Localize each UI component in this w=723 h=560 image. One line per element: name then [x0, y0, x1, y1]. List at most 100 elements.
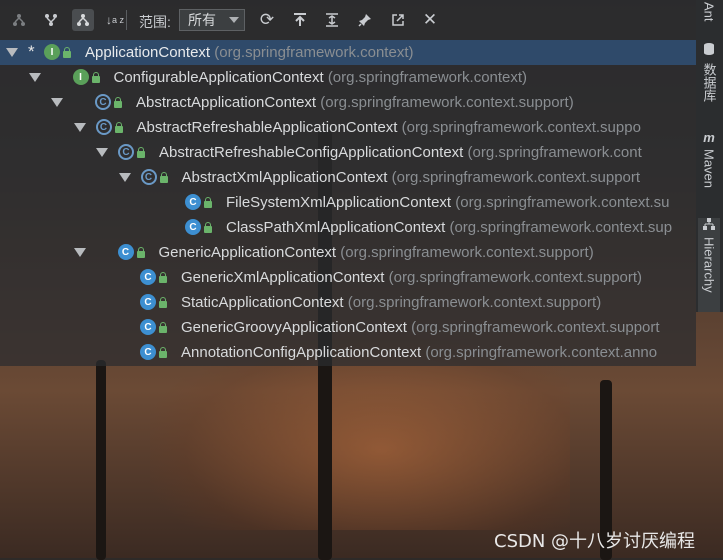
chevron-down-icon [229, 17, 239, 23]
class-name-text: ClassPathXmlApplicationContext [226, 219, 446, 236]
package-name: (org.springframework.context.support [411, 319, 660, 336]
class-name: ClassPathXmlApplicationContext (org.spri… [226, 219, 672, 236]
class-name: AbstractRefreshableApplicationContext (o… [137, 119, 641, 136]
class-name: ConfigurableApplicationContext (org.spri… [114, 69, 528, 86]
public-lock-icon [137, 147, 145, 158]
public-lock-icon [159, 347, 167, 358]
abstract-class-icon: C [95, 119, 112, 135]
class-name: AnnotationConfigApplicationContext (org.… [181, 344, 657, 361]
class-icon: C [140, 294, 156, 310]
class-name: GenericApplicationContext (org.springfra… [159, 244, 594, 261]
package-name: (org.springframework.context.support) [340, 244, 594, 261]
class-icon: C [140, 269, 156, 285]
open-in-new-icon[interactable] [387, 9, 409, 31]
tree-row[interactable]: C StaticApplicationContext (org.springfra… [0, 290, 696, 315]
class-icon: C [140, 319, 156, 335]
supertype-hierarchy-icon[interactable] [8, 9, 30, 31]
public-lock-icon [114, 122, 123, 133]
interface-icon: I [44, 44, 60, 60]
public-lock-icon [159, 172, 168, 183]
class-icon: C [117, 244, 134, 260]
class-icon: C [185, 194, 201, 210]
public-lock-icon [159, 322, 167, 333]
class-hierarchy-icon[interactable] [72, 9, 94, 31]
interface-icon: I [72, 69, 89, 85]
expand-arrow-icon[interactable] [118, 173, 131, 182]
side-tab-label: Maven [701, 149, 717, 189]
toolbar-separator [126, 10, 127, 30]
class-name: AbstractApplicationContext (org.springfr… [136, 94, 574, 111]
class-name: GenericGroovyApplicationContext (org.spr… [181, 319, 660, 336]
package-name: (org.springframework.context.support) [347, 294, 602, 311]
refresh-icon[interactable]: ⟳ [256, 9, 278, 31]
class-name: FileSystemXmlApplicationContext (org.spr… [226, 194, 670, 211]
package-name: (org.springframework.context.su [455, 194, 670, 211]
package-name: (org.springframework.context.sup [449, 219, 673, 236]
package-name: (org.springframework.context) [214, 44, 414, 61]
class-name-text: GenericApplicationContext [158, 244, 337, 261]
hierarchy-icon [703, 218, 715, 233]
public-lock-icon [91, 72, 100, 83]
expand-all-icon[interactable] [321, 9, 343, 31]
side-tab-database[interactable]: 数据库 [698, 42, 720, 110]
side-tab-ant[interactable]: Ant [698, 2, 720, 28]
tree-row[interactable]: I ConfigurableApplicationContext (org.spr… [0, 65, 696, 90]
hierarchy-toolbar: ↓ a z 范围: 所有 ⟳ ✕ [0, 0, 696, 40]
expand-arrow-icon[interactable] [51, 98, 63, 107]
class-name-text: AbstractXmlApplicationContext [181, 169, 388, 186]
package-name: (org.springframework.context) [327, 69, 528, 86]
tree-row[interactable]: C GenericApplicationContext (org.springfr… [0, 240, 696, 265]
class-name-text: AbstractRefreshableConfigApplicationCont… [159, 144, 464, 161]
tree-row[interactable]: C AbstractRefreshableApplicationContext (… [0, 115, 696, 140]
class-name-text: GenericGroovyApplicationContext [181, 319, 407, 336]
tree-row[interactable]: C AbstractXmlApplicationContext (org.spri… [0, 165, 696, 190]
side-tab-maven[interactable]: m Maven [698, 130, 720, 196]
package-name: (org.springframework.context.anno [425, 344, 658, 361]
abstract-class-icon: C [140, 169, 157, 185]
expand-arrow-icon[interactable] [73, 248, 86, 257]
tree-row[interactable]: C AbstractApplicationContext (org.springf… [0, 90, 696, 115]
expand-arrow-icon[interactable] [96, 148, 108, 157]
class-name-text: StaticApplicationContext [181, 294, 344, 311]
side-tab-hierarchy[interactable]: Hierarchy [698, 218, 720, 312]
package-name: (org.springframework.context.support) [320, 94, 574, 111]
scope-value: 所有 [188, 12, 216, 28]
pin-icon[interactable] [354, 9, 376, 31]
package-name: (org.springframework.context.suppo [401, 119, 641, 136]
tree-row[interactable]: C AbstractRefreshableConfigApplicationCon… [0, 140, 696, 165]
abstract-class-icon: C [95, 94, 111, 110]
class-name-text: FileSystemXmlApplicationContext [226, 194, 452, 211]
close-icon[interactable]: ✕ [419, 9, 441, 31]
tree-row[interactable]: C ClassPathXmlApplicationContext (org.spr… [0, 215, 696, 240]
database-icon [703, 42, 715, 59]
public-lock-icon [63, 47, 71, 58]
class-name: ApplicationContext (org.springframework.… [85, 44, 413, 61]
subtype-hierarchy-icon[interactable] [40, 9, 62, 31]
side-tab-label: Ant [701, 2, 717, 22]
public-lock-icon [159, 272, 167, 283]
tree-row[interactable]: C FileSystemXmlApplicationContext (org.sp… [0, 190, 696, 215]
sort-alpha-icon[interactable]: ↓ a z [104, 9, 126, 31]
watermark: CSDN @十八岁讨厌编程 [494, 531, 696, 552]
hierarchy-panel: ↓ a z 范围: 所有 ⟳ ✕ * I ApplicationContext (or… [0, 0, 696, 366]
tree-row[interactable]: * I ApplicationContext (org.springframewor… [0, 40, 696, 65]
maven-icon: m [703, 130, 715, 145]
class-icon: C [140, 344, 156, 360]
current-marker: * [28, 42, 35, 61]
export-icon[interactable] [289, 9, 311, 31]
tree-row[interactable]: C AnnotationConfigApplicationContext (org… [0, 340, 696, 365]
tree-row[interactable]: C GenericXmlApplicationContext (org.sprin… [0, 265, 696, 290]
class-name: GenericXmlApplicationContext (org.spring… [181, 269, 642, 286]
public-lock-icon [114, 97, 122, 108]
package-name: (org.springframework.cont [467, 144, 642, 161]
expand-arrow-icon[interactable] [6, 48, 18, 57]
public-lock-icon [159, 297, 167, 308]
public-lock-icon [136, 247, 145, 258]
scope-dropdown[interactable]: 所有 [179, 9, 245, 31]
expand-arrow-icon[interactable] [73, 123, 86, 132]
package-name: (org.springframework.context.support [391, 169, 641, 186]
class-name: AbstractRefreshableConfigApplicationCont… [159, 144, 642, 161]
package-name: (org.springframework.context.support) [388, 269, 643, 286]
tree-row[interactable]: C GenericGroovyApplicationContext (org.sp… [0, 315, 696, 340]
expand-arrow-icon[interactable] [28, 73, 41, 82]
